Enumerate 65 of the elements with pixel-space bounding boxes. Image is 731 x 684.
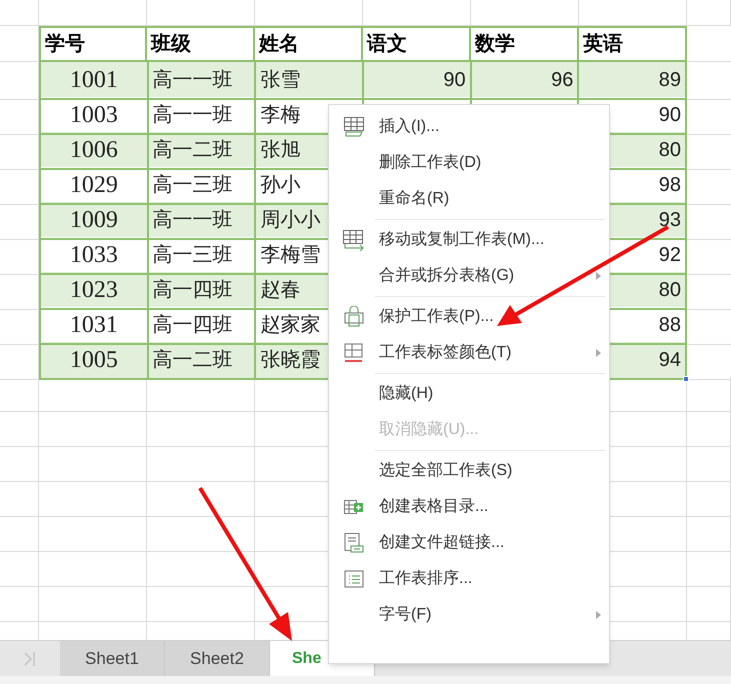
menu-item[interactable]: 选定全部工作表(S) — [379, 459, 512, 483]
empty-cell[interactable] — [687, 587, 731, 622]
empty-cell[interactable] — [687, 517, 731, 552]
empty-cell[interactable] — [0, 552, 39, 587]
empty-cell[interactable] — [579, 0, 687, 26]
empty-cell[interactable] — [39, 587, 147, 622]
empty-cell[interactable] — [147, 377, 255, 412]
sheet-tab[interactable]: Sheet2 — [165, 641, 270, 676]
empty-cell[interactable] — [363, 0, 471, 26]
empty-cell[interactable] — [147, 0, 255, 26]
empty-cell[interactable] — [147, 482, 255, 517]
menu-item[interactable]: 隐藏(H) — [379, 382, 434, 406]
table-arrow-icon — [342, 229, 366, 251]
table-icon — [343, 116, 365, 138]
empty-cell[interactable] — [39, 447, 147, 482]
column-header: 学号 — [39, 26, 147, 62]
menu-item[interactable]: 字号(F) — [379, 603, 432, 627]
empty-cell[interactable] — [39, 552, 147, 587]
empty-cell[interactable] — [687, 0, 731, 26]
document-link-icon — [343, 532, 365, 554]
menu-item[interactable]: 移动或复制工作表(M)... — [379, 228, 544, 252]
menu-item[interactable]: 创建文件超链接... — [379, 531, 504, 555]
empty-cell[interactable] — [687, 447, 731, 482]
empty-cell[interactable] — [687, 552, 731, 587]
menu-item[interactable]: 重命名(R) — [379, 187, 450, 211]
last-sheet-icon[interactable] — [22, 650, 36, 666]
list-icon — [343, 569, 365, 589]
empty-cell[interactable] — [0, 0, 39, 26]
menu-item[interactable]: 删除工作表(D) — [379, 151, 482, 175]
empty-cell[interactable] — [0, 587, 39, 622]
empty-cell[interactable] — [0, 482, 39, 517]
empty-cell[interactable] — [0, 412, 39, 447]
menu-item[interactable]: 工作表排序... — [379, 567, 472, 591]
empty-cell[interactable] — [147, 447, 255, 482]
menu-item[interactable]: 工作表标签颜色(T) — [379, 341, 512, 365]
empty-cell[interactable] — [255, 0, 363, 26]
menu-item[interactable]: 保护工作表(P)... — [379, 305, 494, 329]
table-underline-icon — [343, 342, 365, 364]
empty-cell[interactable] — [687, 377, 731, 412]
menu-item[interactable]: 合并或拆分表格(G) — [379, 264, 514, 288]
empty-cell[interactable] — [147, 412, 255, 447]
menu-item[interactable]: 创建表格目录... — [379, 495, 488, 519]
empty-cell[interactable] — [0, 26, 39, 62]
empty-cell[interactable] — [39, 517, 147, 552]
empty-cell[interactable] — [39, 412, 147, 447]
empty-cell[interactable] — [687, 482, 731, 517]
empty-cell[interactable] — [147, 587, 255, 622]
menu-item[interactable]: 插入(I)... — [379, 115, 440, 139]
empty-cell[interactable] — [687, 412, 731, 447]
empty-cell[interactable] — [39, 377, 147, 412]
empty-cell[interactable] — [0, 447, 39, 482]
fill-handle-icon[interactable] — [682, 376, 689, 382]
lock-icon — [343, 306, 365, 328]
sheet-tab[interactable]: Sheet1 — [60, 641, 165, 676]
empty-cell[interactable] — [0, 517, 39, 552]
table-cell[interactable]: 高一二班 — [148, 342, 256, 380]
table-cell[interactable]: 1005 — [41, 342, 149, 380]
empty-cell[interactable] — [147, 552, 255, 587]
empty-cell[interactable] — [0, 377, 39, 412]
empty-cell[interactable] — [39, 482, 147, 517]
empty-cell[interactable] — [147, 517, 255, 552]
empty-cell[interactable] — [39, 0, 147, 26]
menu-item: 取消隐藏(U)... — [379, 420, 479, 440]
empty-cell[interactable] — [471, 0, 579, 26]
table-plus-icon — [343, 498, 365, 516]
